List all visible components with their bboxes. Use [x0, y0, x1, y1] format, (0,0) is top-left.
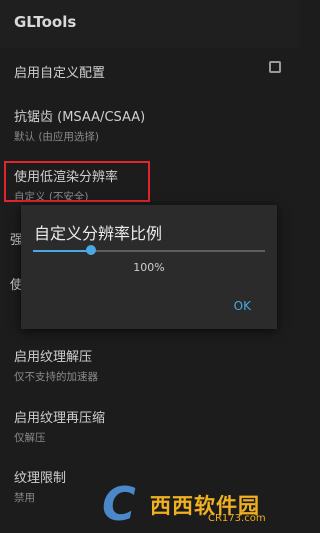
dialog-title: 自定义分辨率比例: [34, 224, 163, 243]
watermark-c-icon: C: [102, 477, 136, 531]
setting-label: 启用纹理再压缩: [14, 411, 106, 426]
watermark-logo: C 西西软件园 CR173.com: [96, 478, 300, 533]
watermark-subtext: CR173.com: [208, 513, 266, 524]
slider-fill: [33, 250, 91, 252]
app-title: GLTools: [14, 13, 77, 31]
setting-summary: 默认 (由应用选择): [14, 131, 100, 143]
ok-button[interactable]: OK: [234, 299, 251, 313]
setting-label: 抗锯齿 (MSAA/CSAA): [14, 110, 146, 125]
resolution-scale-dialog: 自定义分辨率比例 100% OK: [21, 205, 277, 329]
setting-texture-decompress[interactable]: 启用纹理解压 仅不支持的加速器: [14, 346, 286, 384]
setting-enable-custom-config[interactable]: 启用自定义配置: [14, 62, 286, 81]
red-highlight-box: [4, 161, 150, 202]
slider-thumb[interactable]: [86, 245, 96, 255]
setting-label: 启用自定义配置: [14, 66, 106, 81]
setting-label: 启用纹理解压: [14, 350, 93, 365]
resolution-scale-slider[interactable]: [33, 245, 265, 257]
setting-summary: 仅解压: [14, 432, 46, 444]
setting-antialiasing[interactable]: 抗锯齿 (MSAA/CSAA) 默认 (由应用选择): [14, 106, 286, 144]
app-bar: GLTools: [0, 0, 300, 48]
setting-summary: 仅不支持的加速器: [14, 371, 98, 383]
scale-percent-value: 100%: [133, 261, 165, 274]
enable-custom-config-checkbox[interactable]: [269, 61, 281, 73]
setting-texture-recompress[interactable]: 启用纹理再压缩 仅解压: [14, 407, 286, 445]
